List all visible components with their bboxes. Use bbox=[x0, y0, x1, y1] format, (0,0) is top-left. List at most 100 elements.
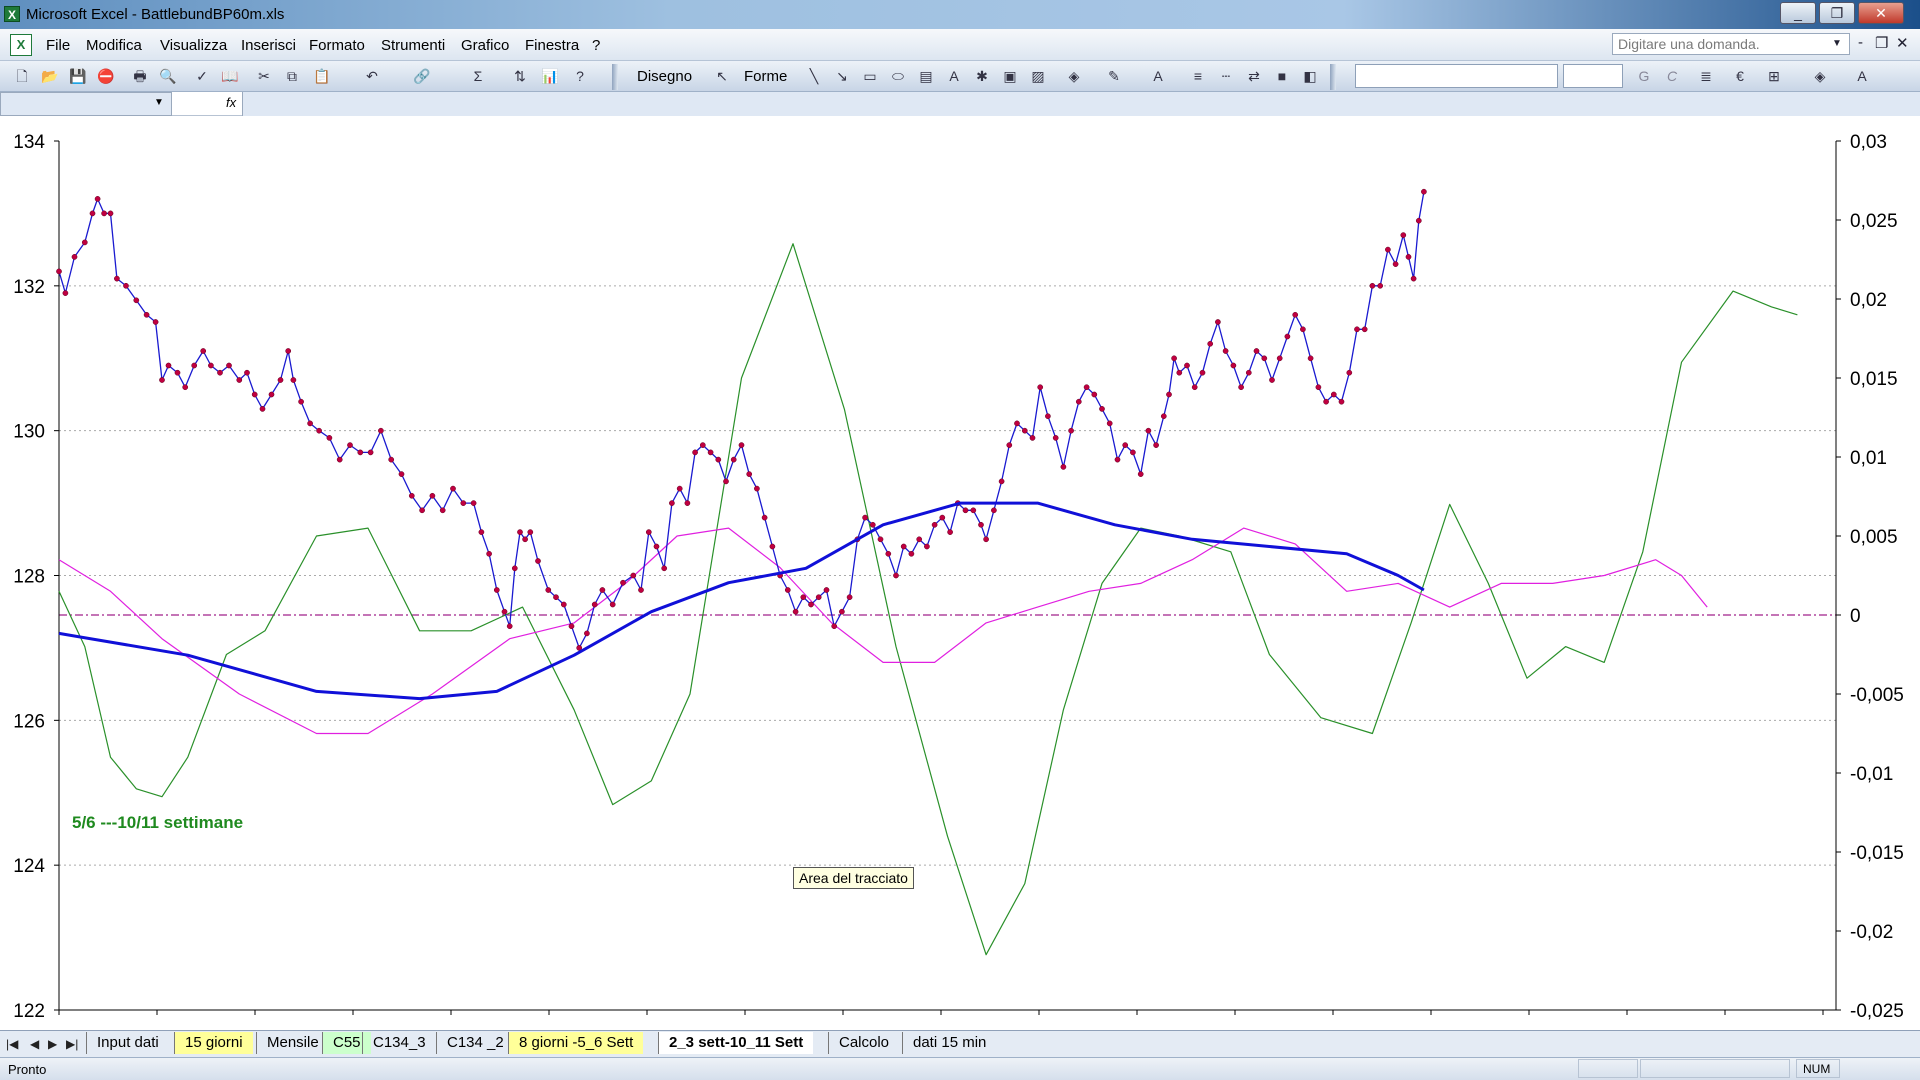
help-question-input[interactable]: Digitare una domanda. bbox=[1612, 33, 1850, 55]
sort-icon[interactable]: ⇅ bbox=[510, 66, 530, 86]
num-lock-indicator: NUM bbox=[1803, 1062, 1831, 1076]
copy-icon[interactable]: ⧉ bbox=[282, 66, 302, 86]
data-point bbox=[107, 210, 114, 217]
sheet-tab[interactable]: Mensile bbox=[256, 1032, 329, 1054]
workbook-icon[interactable]: X bbox=[10, 34, 32, 56]
data-point bbox=[143, 311, 150, 318]
menu-finestra[interactable]: Finestra bbox=[525, 37, 579, 54]
sheet-tab[interactable]: 2_3 sett-10_11 Sett bbox=[658, 1032, 814, 1054]
borders-icon[interactable]: ⊞ bbox=[1764, 66, 1784, 86]
data-point bbox=[114, 275, 120, 282]
dash-style-icon[interactable]: ┄ bbox=[1216, 66, 1236, 86]
sheet-tab[interactable]: C134 _2 bbox=[436, 1032, 514, 1054]
oval-icon[interactable]: ⬭ bbox=[888, 66, 908, 86]
minimize-button[interactable]: _ bbox=[1780, 2, 1816, 24]
fill-color-icon[interactable]: ◈ bbox=[1810, 66, 1830, 86]
help-icon[interactable]: ? bbox=[570, 66, 590, 86]
sheet-tab[interactable]: 8 giorni -5_6 Sett bbox=[508, 1032, 644, 1054]
italic-button[interactable]: C bbox=[1662, 66, 1682, 86]
chevron-down-icon[interactable]: ▼ bbox=[154, 97, 164, 108]
workbook-close-button[interactable]: ✕ bbox=[1896, 34, 1909, 52]
align-icon[interactable]: ≣ bbox=[1696, 66, 1716, 86]
data-point bbox=[991, 507, 997, 514]
menu-formato[interactable]: Formato bbox=[309, 37, 365, 54]
save-icon[interactable]: 💾 bbox=[68, 66, 88, 86]
bold-button[interactable]: G bbox=[1634, 66, 1654, 86]
menu-modifica[interactable]: Modifica bbox=[86, 37, 142, 54]
font-color-icon[interactable]: A bbox=[1852, 66, 1872, 86]
menu-grafico[interactable]: Grafico bbox=[461, 37, 509, 54]
chart-area[interactable]: 134 132 130 128 126 124 122 0,03 0,025 0,02 0,015 0… bbox=[0, 117, 1920, 1030]
data-point bbox=[831, 623, 838, 630]
permission-icon[interactable]: ⛔ bbox=[96, 66, 116, 86]
spelling-icon[interactable]: ✓ bbox=[192, 66, 212, 86]
menu-visualizza[interactable]: Visualizza bbox=[160, 37, 227, 54]
font-size-combo[interactable] bbox=[1563, 64, 1623, 88]
clipart-icon[interactable]: ▣ bbox=[1000, 66, 1020, 86]
paste-icon[interactable]: 📋 bbox=[312, 66, 332, 86]
chevron-down-icon[interactable]: ▼ bbox=[1832, 38, 1842, 49]
data-point bbox=[754, 485, 760, 492]
arrow-icon[interactable]: ↘ bbox=[832, 66, 852, 86]
shadow-icon[interactable]: ■ bbox=[1272, 66, 1292, 86]
arrow-style-icon[interactable]: ⇄ bbox=[1244, 66, 1264, 86]
new-file-icon[interactable]: 🗋 bbox=[12, 66, 32, 86]
rectangle-icon[interactable]: ▭ bbox=[860, 66, 880, 86]
draw-menu-button[interactable]: Disegno bbox=[637, 68, 692, 85]
autoshapes-menu-button[interactable]: Forme bbox=[744, 68, 787, 85]
3d-style-icon[interactable]: ◧ bbox=[1300, 66, 1320, 86]
hyperlink-icon[interactable]: 🔗 bbox=[412, 66, 432, 86]
data-point bbox=[661, 565, 668, 572]
line-icon[interactable]: ╲ bbox=[804, 66, 824, 86]
sheet-tab[interactable]: 15 giorni bbox=[174, 1032, 253, 1054]
sheet-tab[interactable]: Input dati bbox=[86, 1032, 169, 1054]
font-color-icon[interactable]: A bbox=[1148, 66, 1168, 86]
menu-inserisci[interactable]: Inserisci bbox=[241, 37, 296, 54]
data-point bbox=[1300, 326, 1306, 333]
workbook-minimize-button[interactable]: - bbox=[1858, 34, 1863, 51]
research-icon[interactable]: 📖 bbox=[220, 66, 240, 86]
formula-input[interactable] bbox=[242, 92, 1920, 116]
cut-icon[interactable]: ✂ bbox=[254, 66, 274, 86]
first-sheet-button[interactable]: |◀ bbox=[6, 1037, 18, 1051]
menu-strumenti[interactable]: Strumenti bbox=[381, 37, 445, 54]
menu-file[interactable]: File bbox=[46, 37, 70, 54]
data-point bbox=[553, 594, 559, 601]
data-point bbox=[970, 507, 977, 514]
currency-button[interactable]: € bbox=[1730, 66, 1750, 86]
picture-icon[interactable]: ▨ bbox=[1028, 66, 1048, 86]
diagram-icon[interactable]: ✱ bbox=[972, 66, 992, 86]
sum-icon[interactable]: Σ bbox=[468, 66, 488, 86]
open-folder-icon[interactable]: 📂 bbox=[40, 66, 60, 86]
left-tick-label: 134 bbox=[13, 132, 45, 153]
maximize-button[interactable]: ❐ bbox=[1819, 2, 1855, 24]
font-name-combo[interactable] bbox=[1355, 64, 1558, 88]
fill-color-icon[interactable]: ◈ bbox=[1064, 66, 1084, 86]
sheet-tab[interactable]: dati 15 min bbox=[902, 1032, 996, 1054]
workbook-restore-button[interactable]: ❐ bbox=[1875, 34, 1888, 52]
line-style-icon[interactable]: ≡ bbox=[1188, 66, 1208, 86]
textbox-icon[interactable]: ▤ bbox=[916, 66, 936, 86]
chart-wizard-icon[interactable]: 📊 bbox=[540, 66, 560, 86]
close-button[interactable]: ✕ bbox=[1858, 2, 1904, 24]
data-point bbox=[268, 391, 275, 398]
menu-help[interactable]: ? bbox=[592, 37, 600, 54]
print-preview-icon[interactable]: 🔍 bbox=[158, 66, 178, 86]
print-icon[interactable]: 🖶 bbox=[130, 66, 150, 86]
data-point bbox=[1377, 282, 1384, 289]
sheet-tab[interactable]: C134_3 bbox=[362, 1032, 436, 1054]
line-color-icon[interactable]: ✎ bbox=[1104, 66, 1124, 86]
wordart-icon[interactable]: A bbox=[944, 66, 964, 86]
name-box[interactable] bbox=[0, 92, 172, 116]
data-point bbox=[1176, 369, 1183, 376]
prev-sheet-button[interactable]: ◀ bbox=[30, 1037, 39, 1051]
function-icon[interactable]: fx bbox=[226, 95, 236, 110]
left-tick-label: 132 bbox=[13, 277, 45, 298]
sheet-tab[interactable]: Calcolo bbox=[828, 1032, 899, 1054]
undo-icon[interactable]: ↶ bbox=[362, 66, 382, 86]
next-sheet-button[interactable]: ▶ bbox=[48, 1037, 57, 1051]
select-objects-icon[interactable]: ↖ bbox=[712, 66, 732, 86]
data-point bbox=[947, 529, 953, 535]
last-sheet-button[interactable]: ▶| bbox=[66, 1037, 78, 1051]
data-point bbox=[94, 196, 101, 202]
